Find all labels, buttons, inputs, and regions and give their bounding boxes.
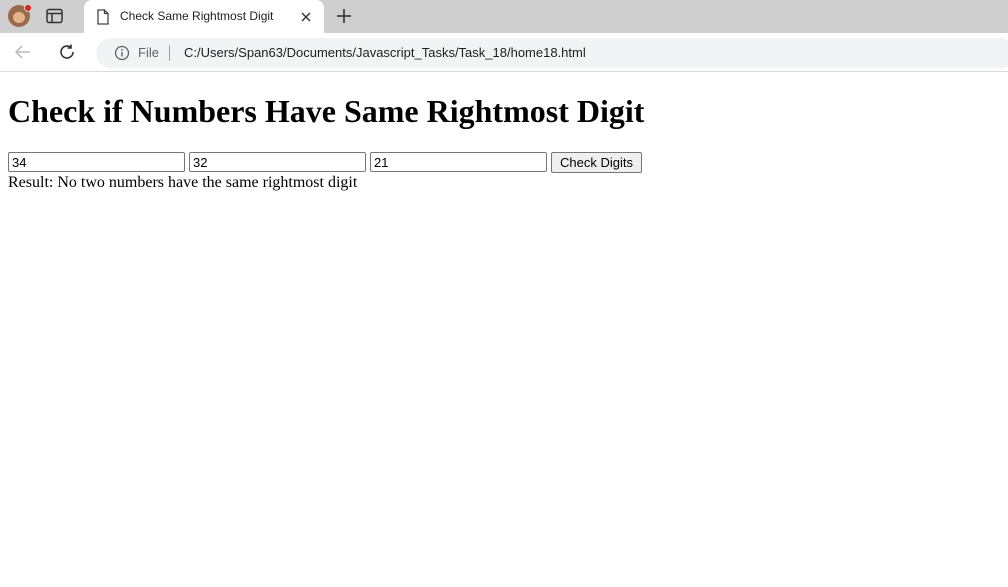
back-arrow-icon[interactable] <box>14 44 32 60</box>
result-text: Result: No two numbers have the same rig… <box>8 174 358 191</box>
tab-actions-icon[interactable] <box>46 8 64 25</box>
browser-toolbar: File C:/Users/Span63/Documents/Javascrip… <box>0 33 1008 72</box>
avatar-face <box>13 12 25 23</box>
url-text[interactable]: C:/Users/Span63/Documents/Javascript_Tas… <box>184 45 586 60</box>
tab-active[interactable]: Check Same Rightmost Digit <box>84 0 324 33</box>
reload-icon[interactable] <box>58 43 76 61</box>
address-bar[interactable]: File C:/Users/Span63/Documents/Javascrip… <box>96 38 1008 68</box>
page-icon <box>96 9 110 25</box>
number-input-2[interactable] <box>189 152 366 172</box>
number-input-3[interactable] <box>370 152 547 172</box>
page-content: Check if Numbers Have Same Rightmost Dig… <box>0 73 1008 587</box>
number-input-1[interactable] <box>8 152 185 172</box>
page-title: Check if Numbers Have Same Rightmost Dig… <box>8 93 645 129</box>
scheme-label: File <box>138 45 159 60</box>
plus-icon[interactable] <box>336 8 352 24</box>
tab-title: Check Same Rightmost Digit <box>120 9 274 23</box>
close-icon[interactable] <box>300 10 312 22</box>
tab-strip: Check Same Rightmost Digit <box>0 0 1008 33</box>
info-icon[interactable] <box>114 45 130 61</box>
check-digits-button[interactable]: Check Digits <box>551 152 642 173</box>
address-separator <box>169 45 170 61</box>
notification-dot <box>24 4 32 12</box>
profile-avatar-icon[interactable] <box>8 4 32 27</box>
